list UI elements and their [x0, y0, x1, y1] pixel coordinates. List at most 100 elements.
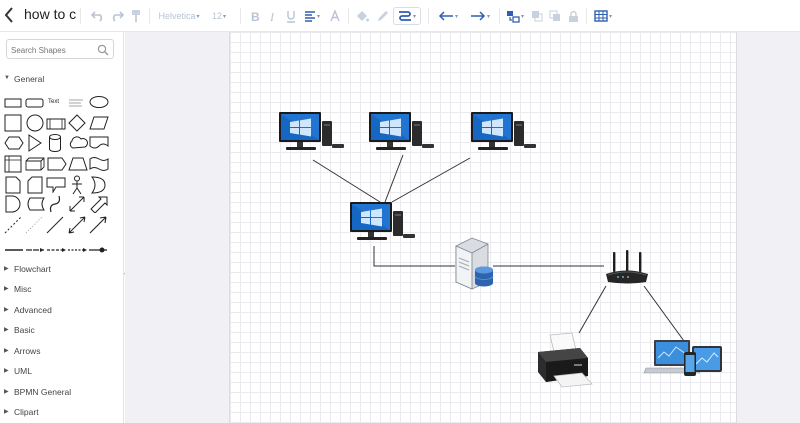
shape-dotted-line[interactable] — [25, 216, 43, 239]
shape-bidirectional-arrow[interactable] — [68, 195, 86, 218]
shape-triangle[interactable] — [27, 134, 43, 157]
line-end-select[interactable]: ▾ — [466, 7, 494, 25]
redo-icon — [112, 11, 124, 22]
search-shapes-input[interactable] — [7, 41, 95, 60]
connector-style-select[interactable]: ▾ — [393, 7, 421, 25]
expanded-triangle-icon: ▼ — [4, 75, 10, 81]
section-label: Basic — [14, 325, 35, 335]
insert-table-button[interactable]: ▾ — [592, 7, 614, 25]
server-database-icon[interactable] — [452, 236, 496, 290]
shape-curve[interactable] — [48, 195, 64, 218]
font-color-button[interactable] — [328, 7, 342, 25]
to-front-button[interactable] — [530, 7, 544, 25]
desktop-computer-icon[interactable] — [368, 110, 436, 156]
canvas-area[interactable] — [125, 32, 800, 423]
shape-text[interactable]: Text — [48, 96, 59, 108]
text-align-button[interactable]: ▾ — [302, 7, 322, 25]
shape-dotted-arrow[interactable] — [67, 240, 87, 258]
fill-color-button[interactable] — [354, 7, 370, 25]
shape-textbox[interactable] — [67, 96, 85, 114]
shape-hexagon[interactable] — [4, 136, 24, 155]
shape-parallelogram[interactable] — [89, 116, 109, 135]
shape-block-arrow[interactable] — [89, 195, 109, 218]
chevron-down-icon: ▾ — [608, 13, 612, 20]
section-label: Advanced — [14, 305, 52, 315]
desktop-computer-icon[interactable] — [278, 110, 346, 156]
format-painter-button[interactable] — [128, 7, 144, 25]
shape-card[interactable] — [27, 176, 43, 199]
laptop-tablet-phone-icon[interactable] — [642, 338, 724, 380]
chevron-down-icon: ▾ — [223, 13, 227, 20]
wireless-router-icon[interactable] — [604, 250, 650, 286]
lock-button[interactable] — [566, 7, 580, 25]
arrange-button[interactable]: ▾ — [504, 7, 526, 25]
lock-icon — [568, 10, 578, 22]
search-shapes-box[interactable] — [6, 39, 114, 61]
shape-dashed-line[interactable] — [4, 216, 22, 239]
section-arrows[interactable]: ▶ Arrows — [0, 344, 123, 360]
bold-icon: B — [251, 10, 260, 22]
collapsed-triangle-icon: ▶ — [4, 409, 9, 415]
section-general[interactable]: ▼ General — [0, 72, 123, 88]
shape-internal-storage[interactable] — [4, 155, 22, 178]
redo-button[interactable] — [109, 7, 125, 25]
shape-line-arrow[interactable] — [25, 240, 45, 258]
document-title[interactable]: how to c — [24, 6, 76, 22]
shape-link[interactable] — [88, 240, 108, 258]
shape-square[interactable] — [4, 114, 22, 137]
shape-ellipse[interactable] — [89, 95, 110, 114]
section-misc[interactable]: ▶ Misc — [0, 282, 123, 298]
shape-dashed-arrow[interactable] — [46, 240, 66, 258]
font-color-icon — [330, 10, 340, 22]
shape-line[interactable] — [46, 216, 64, 239]
shape-cube[interactable] — [25, 157, 45, 176]
connector-hub-server — [373, 246, 455, 267]
bold-button[interactable]: B — [248, 7, 262, 25]
shape-directional-connector[interactable] — [89, 216, 107, 239]
shape-rectangle[interactable] — [4, 96, 22, 114]
shape-data-storage[interactable] — [25, 197, 45, 216]
section-basic[interactable]: ▶ Basic — [0, 323, 123, 339]
chevron-down-icon: ▾ — [412, 13, 416, 20]
desktop-computer-icon[interactable] — [349, 200, 417, 246]
shape-bidirectional-connector[interactable] — [68, 216, 86, 239]
shape-tape[interactable] — [89, 156, 109, 177]
section-uml[interactable]: ▶ UML — [0, 364, 123, 380]
collapsed-triangle-icon: ▶ — [4, 389, 9, 395]
chevron-left-icon — [4, 7, 13, 23]
collapsed-triangle-icon: ▶ — [4, 368, 9, 374]
font-size-select[interactable]: 12 ▾ — [207, 7, 231, 25]
line-start-select[interactable]: ▾ — [434, 7, 462, 25]
shape-step[interactable] — [47, 157, 67, 176]
send-to-back-icon — [549, 10, 560, 21]
search-icon[interactable] — [97, 43, 109, 61]
shape-document[interactable] — [89, 136, 109, 155]
undo-button[interactable] — [90, 7, 106, 25]
collapsed-triangle-icon: ▶ — [4, 286, 9, 292]
section-label: General — [14, 74, 45, 84]
connector-router-devices — [643, 285, 685, 342]
desktop-computer-icon[interactable] — [470, 110, 538, 156]
toolbar-divider — [80, 8, 81, 24]
shape-diamond[interactable] — [68, 114, 86, 137]
shape-delay[interactable] — [5, 195, 21, 218]
section-flowchart[interactable]: ▶ Flowchart — [0, 262, 123, 278]
shape-thick-line[interactable] — [4, 240, 24, 258]
section-bpmn-general[interactable]: ▶ BPMN General — [0, 385, 123, 401]
diagram-page[interactable] — [229, 32, 737, 423]
font-family-select[interactable]: Helvetica ▾ — [155, 7, 203, 25]
section-advanced[interactable]: ▶ Advanced — [0, 303, 123, 319]
underline-button[interactable] — [284, 7, 298, 25]
italic-button[interactable]: I — [266, 7, 280, 25]
shape-rounded-rectangle[interactable] — [25, 96, 45, 114]
shape-cloud[interactable] — [68, 136, 88, 155]
to-back-button[interactable] — [548, 7, 562, 25]
line-color-button[interactable] — [374, 7, 390, 25]
section-clipart[interactable]: ▶ Clipart — [0, 405, 123, 421]
shape-trapezoid[interactable] — [68, 157, 88, 176]
back-button[interactable] — [2, 5, 18, 25]
collapsed-triangle-icon: ▶ — [4, 307, 9, 313]
shape-cylinder[interactable] — [48, 133, 62, 158]
toolbar-divider — [499, 8, 500, 24]
printer-icon[interactable] — [532, 332, 594, 388]
